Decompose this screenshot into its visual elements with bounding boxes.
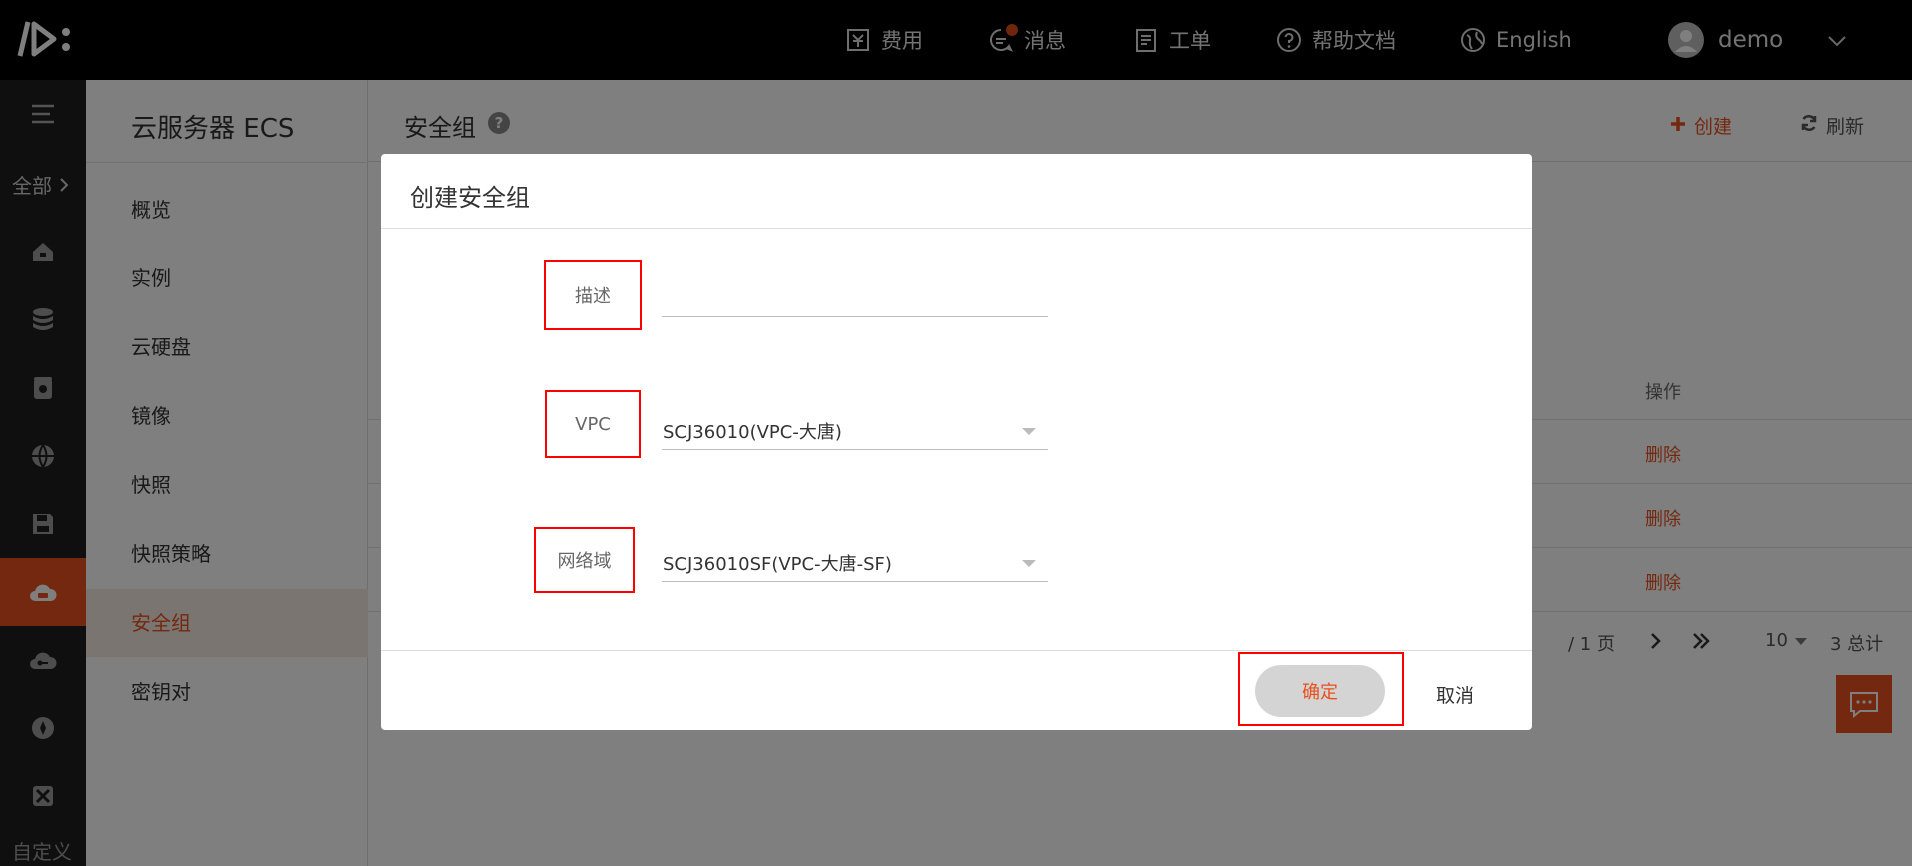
- caret-down-icon: [1022, 560, 1036, 567]
- description-field[interactable]: [662, 277, 1048, 317]
- network-domain-select[interactable]: SCJ36010SF(VPC-大唐-SF): [662, 542, 1048, 582]
- divider: [381, 228, 1532, 229]
- create-security-group-dialog: 创建安全组 描述 VPC SCJ36010(VPC-大唐) 网络域 SCJ360…: [381, 154, 1532, 730]
- vpc-label: VPC: [545, 390, 641, 458]
- confirm-button[interactable]: 确定: [1255, 665, 1385, 717]
- vpc-select[interactable]: SCJ36010(VPC-大唐): [662, 410, 1048, 450]
- cancel-button[interactable]: 取消: [1436, 681, 1474, 708]
- description-input[interactable]: [662, 277, 1048, 316]
- dialog-title: 创建安全组: [410, 184, 530, 212]
- caret-down-icon: [1022, 428, 1036, 435]
- network-domain-select-value: SCJ36010SF(VPC-大唐-SF): [663, 554, 892, 575]
- description-label: 描述: [544, 260, 642, 330]
- vpc-select-value: SCJ36010(VPC-大唐): [663, 422, 842, 443]
- confirm-highlight: 确定: [1238, 652, 1404, 726]
- divider: [381, 650, 1532, 651]
- network-domain-label: 网络域: [534, 527, 635, 593]
